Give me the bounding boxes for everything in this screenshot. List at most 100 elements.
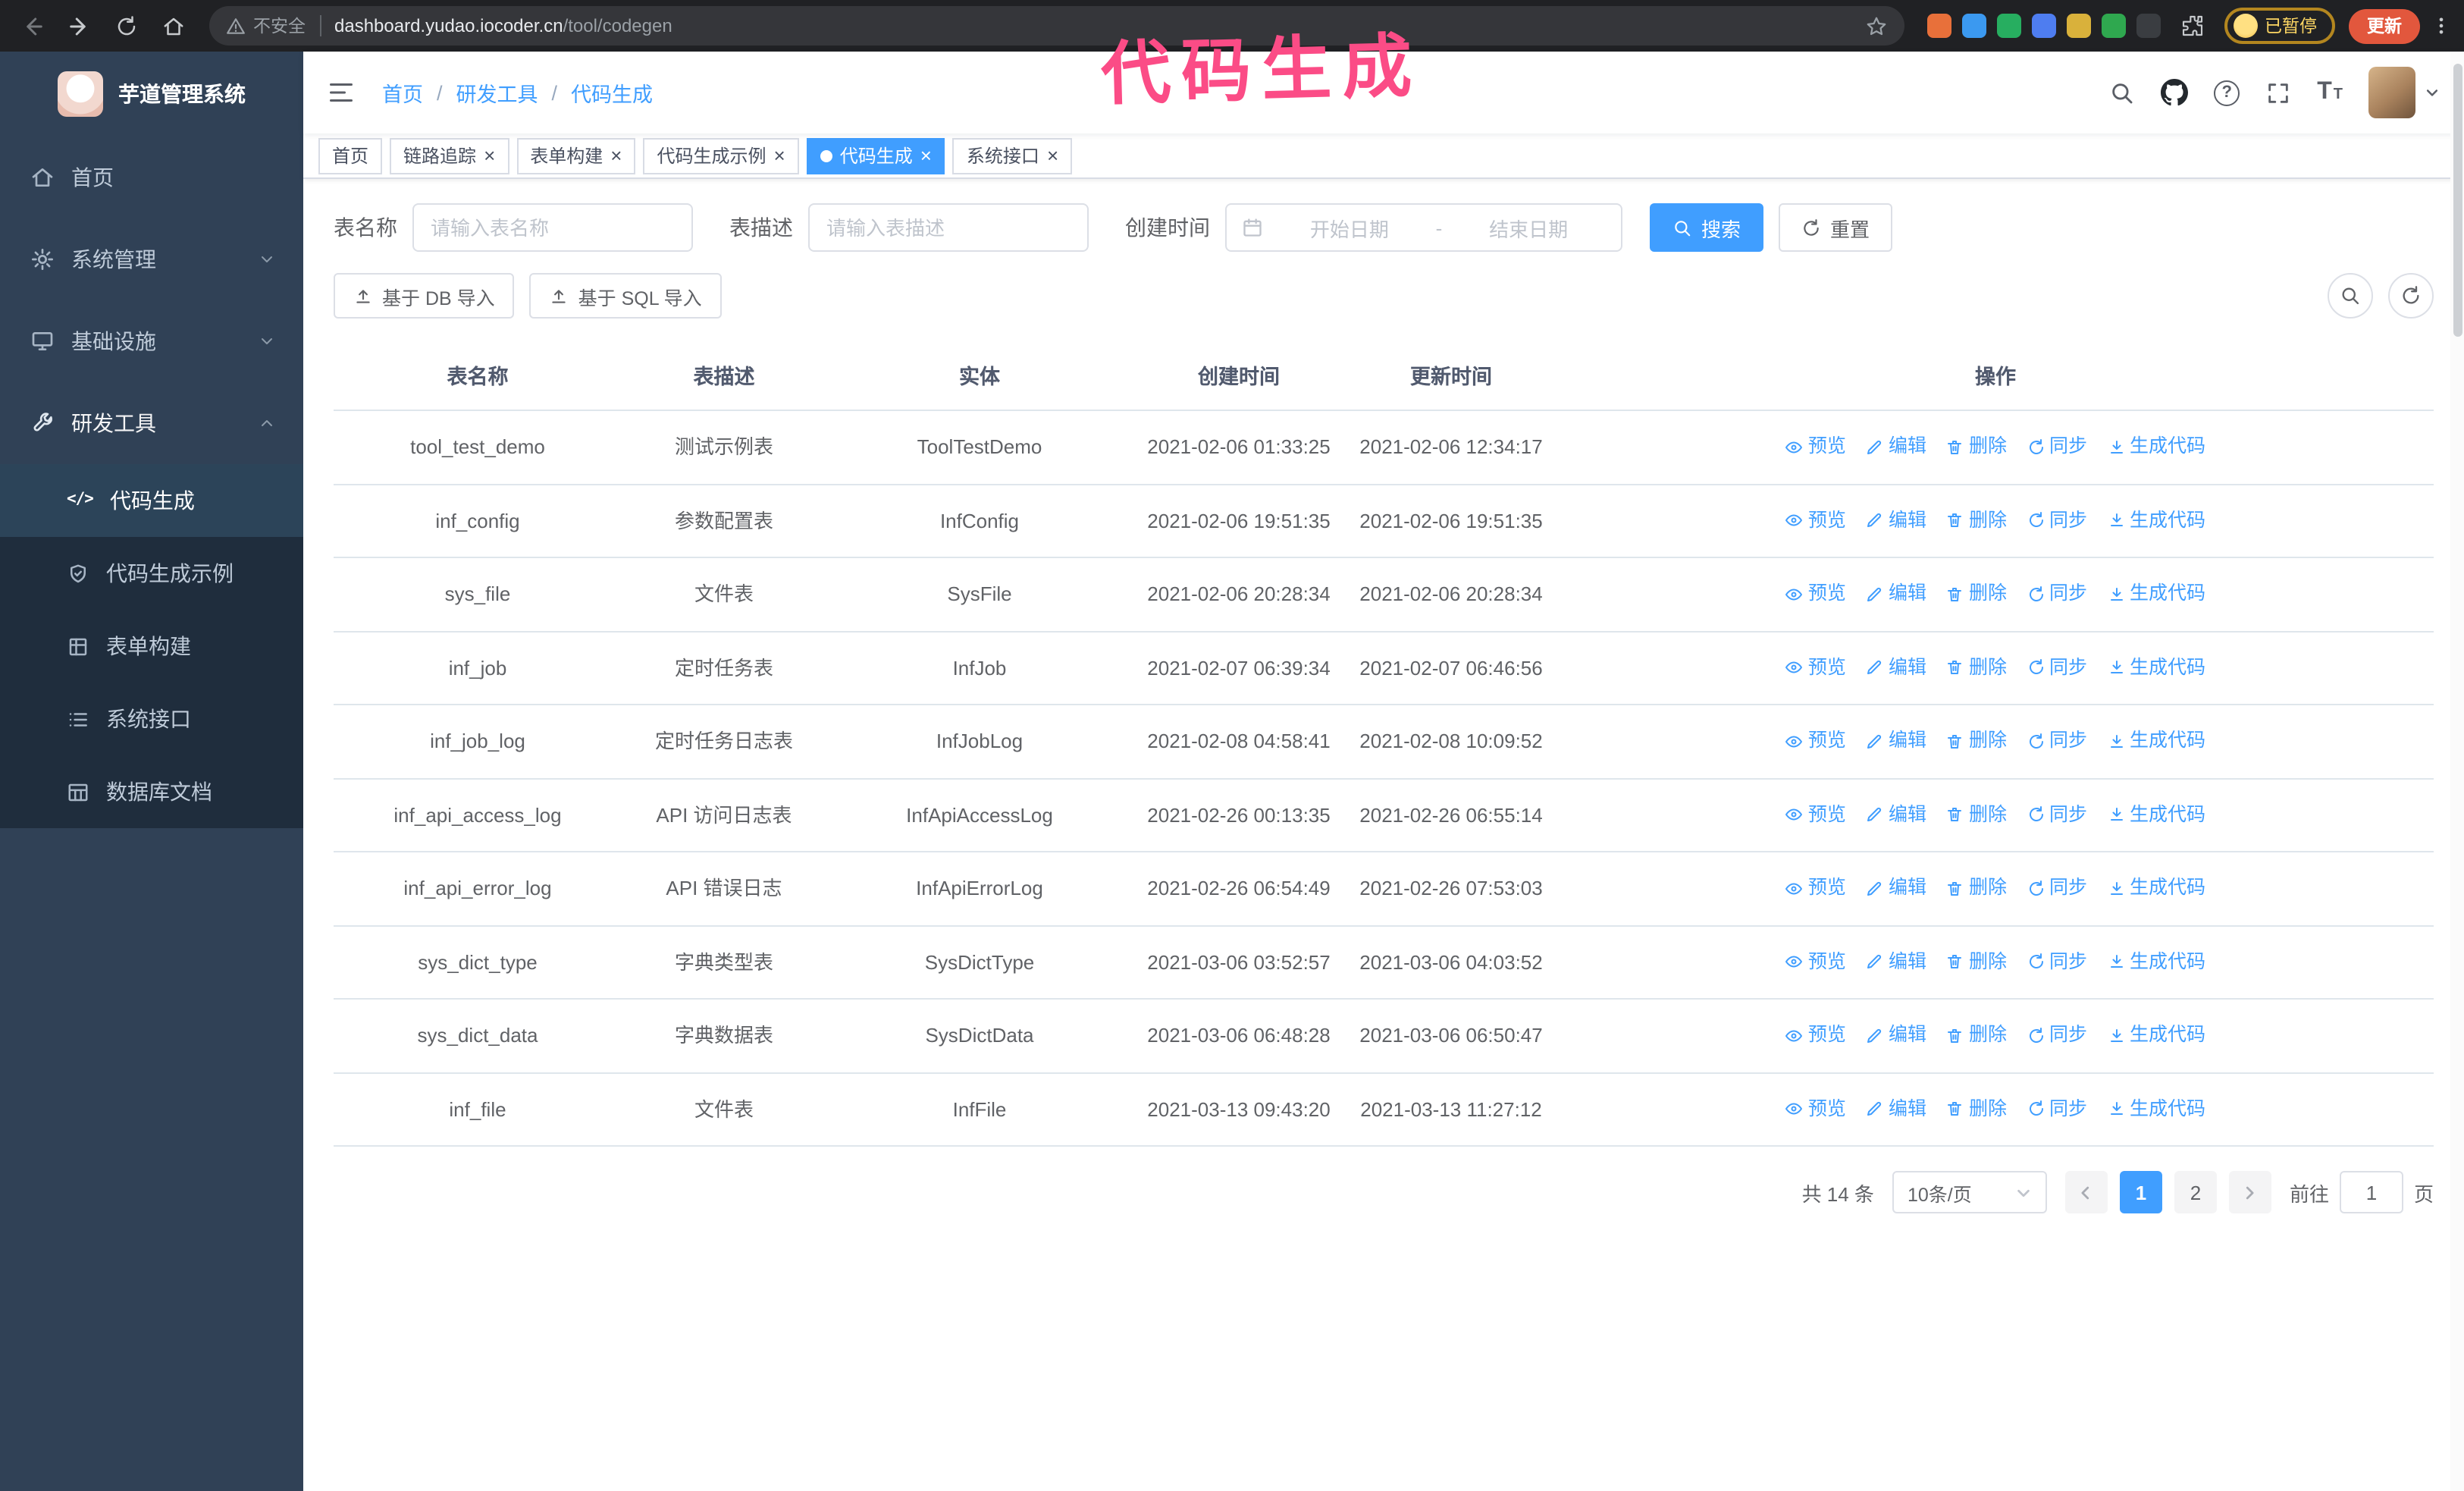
edit-action[interactable]: 编辑 bbox=[1866, 948, 1926, 977]
page-size-select[interactable]: 10条/页 bbox=[1892, 1171, 2047, 1213]
browser-menu-icon[interactable] bbox=[2431, 14, 2452, 38]
user-menu[interactable] bbox=[2368, 67, 2440, 118]
extensions-puzzle-icon[interactable] bbox=[2180, 14, 2204, 38]
sync-action[interactable]: 同步 bbox=[2027, 580, 2087, 609]
edit-action[interactable]: 编辑 bbox=[1866, 801, 1926, 830]
tab[interactable]: 表单构建 × bbox=[516, 137, 636, 174]
github-icon[interactable] bbox=[2161, 79, 2189, 106]
date-range-picker[interactable]: 开始日期 - 结束日期 bbox=[1225, 203, 1622, 252]
address-bar[interactable]: 不安全 dashboard.yudao.iocoder.cn/tool/code… bbox=[209, 6, 1904, 46]
sync-action[interactable]: 同步 bbox=[2027, 1095, 2087, 1124]
page-button[interactable]: 2 bbox=[2174, 1171, 2217, 1213]
preview-action[interactable]: 预览 bbox=[1785, 580, 1846, 609]
security-warning[interactable]: 不安全 bbox=[226, 14, 306, 38]
preview-action[interactable]: 预览 bbox=[1785, 801, 1846, 830]
app-logo[interactable]: 芋道管理系统 bbox=[0, 52, 303, 137]
bookmark-star-icon[interactable] bbox=[1864, 14, 1887, 37]
generate-code-action[interactable]: 生成代码 bbox=[2107, 1022, 2205, 1050]
preview-action[interactable]: 预览 bbox=[1785, 874, 1846, 903]
extension-icon[interactable] bbox=[2031, 14, 2055, 38]
preview-action[interactable]: 预览 bbox=[1785, 1022, 1846, 1050]
page-scrollbar[interactable] bbox=[2450, 52, 2464, 1491]
extension-icon[interactable] bbox=[1926, 14, 1951, 38]
sync-action[interactable]: 同步 bbox=[2027, 1022, 2087, 1050]
sync-action[interactable]: 同步 bbox=[2027, 507, 2087, 535]
fullscreen-icon[interactable] bbox=[2265, 80, 2291, 105]
sidebar-item[interactable]: 基础设施 bbox=[0, 300, 303, 382]
sidebar-item[interactable]: 研发工具 bbox=[0, 382, 303, 464]
browser-home-button[interactable] bbox=[153, 6, 193, 46]
search-icon[interactable] bbox=[2109, 80, 2135, 105]
profile-paused-chip[interactable]: 已暂停 bbox=[2224, 8, 2335, 44]
generate-code-action[interactable]: 生成代码 bbox=[2107, 507, 2205, 535]
extension-icon[interactable] bbox=[1961, 14, 1986, 38]
extension-icon[interactable] bbox=[1996, 14, 2020, 38]
preview-action[interactable]: 预览 bbox=[1785, 948, 1846, 977]
delete-action[interactable]: 删除 bbox=[1946, 433, 2007, 462]
browser-back-button[interactable] bbox=[12, 6, 52, 46]
browser-refresh-button[interactable] bbox=[106, 6, 146, 46]
delete-action[interactable]: 删除 bbox=[1946, 948, 2007, 977]
sidebar-item[interactable]: 系统管理 bbox=[0, 218, 303, 300]
generate-code-action[interactable]: 生成代码 bbox=[2107, 654, 2205, 683]
breadcrumb-item[interactable]: 研发工具 bbox=[456, 77, 538, 108]
generate-code-action[interactable]: 生成代码 bbox=[2107, 1095, 2205, 1124]
delete-action[interactable]: 删除 bbox=[1946, 1095, 2007, 1124]
preview-action[interactable]: 预览 bbox=[1785, 727, 1846, 756]
edit-action[interactable]: 编辑 bbox=[1866, 507, 1926, 535]
toggle-search-button[interactable] bbox=[2328, 273, 2373, 319]
sidebar-subitem[interactable]: </> 代码生成 bbox=[0, 464, 303, 537]
sync-action[interactable]: 同步 bbox=[2027, 727, 2087, 756]
search-button[interactable]: 搜索 bbox=[1650, 203, 1764, 252]
tab[interactable]: 代码生成 × bbox=[806, 137, 945, 174]
generate-code-action[interactable]: 生成代码 bbox=[2107, 580, 2205, 609]
delete-action[interactable]: 删除 bbox=[1946, 654, 2007, 683]
delete-action[interactable]: 删除 bbox=[1946, 1022, 2007, 1050]
sync-action[interactable]: 同步 bbox=[2027, 433, 2087, 462]
delete-action[interactable]: 删除 bbox=[1946, 507, 2007, 535]
tab[interactable]: 链路追踪 × bbox=[390, 137, 509, 174]
edit-action[interactable]: 编辑 bbox=[1866, 1022, 1926, 1050]
hamburger-icon[interactable] bbox=[328, 79, 355, 106]
extension-icon[interactable] bbox=[2101, 14, 2125, 38]
tab[interactable]: 首页 bbox=[318, 137, 383, 174]
next-page-button[interactable] bbox=[2228, 1171, 2271, 1213]
goto-page-input[interactable] bbox=[2339, 1171, 2403, 1213]
refresh-table-button[interactable] bbox=[2388, 273, 2434, 319]
sync-action[interactable]: 同步 bbox=[2027, 874, 2087, 903]
tab[interactable]: 系统接口 × bbox=[952, 137, 1073, 174]
page-button[interactable]: 1 bbox=[2119, 1171, 2162, 1213]
extension-icon[interactable] bbox=[2136, 14, 2160, 38]
prev-page-button[interactable] bbox=[2064, 1171, 2108, 1213]
extension-icon[interactable] bbox=[2066, 14, 2090, 38]
generate-code-action[interactable]: 生成代码 bbox=[2107, 801, 2205, 830]
sidebar-subitem[interactable]: 表单构建 bbox=[0, 610, 303, 683]
table-desc-input[interactable] bbox=[808, 203, 1089, 252]
browser-update-button[interactable]: 更新 bbox=[2349, 8, 2420, 43]
preview-action[interactable]: 预览 bbox=[1785, 1095, 1846, 1124]
preview-action[interactable]: 预览 bbox=[1785, 507, 1846, 535]
tab-close-icon[interactable]: × bbox=[774, 146, 785, 165]
delete-action[interactable]: 删除 bbox=[1946, 727, 2007, 756]
sync-action[interactable]: 同步 bbox=[2027, 948, 2087, 977]
tab-close-icon[interactable]: × bbox=[484, 146, 495, 165]
table-name-input[interactable] bbox=[412, 203, 693, 252]
preview-action[interactable]: 预览 bbox=[1785, 433, 1846, 462]
tab-close-icon[interactable]: × bbox=[1047, 146, 1058, 165]
reset-button[interactable]: 重置 bbox=[1779, 203, 1893, 252]
help-icon[interactable] bbox=[2214, 80, 2240, 105]
breadcrumb-item[interactable]: 首页 bbox=[382, 77, 423, 108]
scrollbar-thumb[interactable] bbox=[2453, 64, 2462, 337]
delete-action[interactable]: 删除 bbox=[1946, 801, 2007, 830]
delete-action[interactable]: 删除 bbox=[1946, 874, 2007, 903]
sidebar-subitem[interactable]: 数据库文档 bbox=[0, 755, 303, 828]
import-sql-button[interactable]: 基于 SQL 导入 bbox=[529, 273, 722, 319]
sync-action[interactable]: 同步 bbox=[2027, 654, 2087, 683]
edit-action[interactable]: 编辑 bbox=[1866, 727, 1926, 756]
edit-action[interactable]: 编辑 bbox=[1866, 1095, 1926, 1124]
tab-close-icon[interactable]: × bbox=[920, 146, 932, 165]
sync-action[interactable]: 同步 bbox=[2027, 801, 2087, 830]
import-db-button[interactable]: 基于 DB 导入 bbox=[334, 273, 515, 319]
edit-action[interactable]: 编辑 bbox=[1866, 654, 1926, 683]
sidebar-item[interactable]: 首页 bbox=[0, 137, 303, 218]
